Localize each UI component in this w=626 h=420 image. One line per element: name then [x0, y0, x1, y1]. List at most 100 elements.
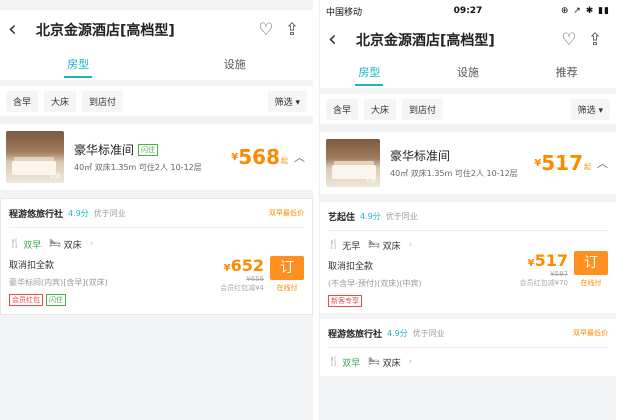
bed-label: 双床	[382, 241, 401, 252]
vendor-name: 程游悠旅行社	[9, 209, 64, 220]
price-suffix: 起	[281, 157, 288, 165]
back-icon[interactable]: ‹	[8, 19, 30, 41]
flash-badge: 闪住	[46, 294, 66, 306]
filter-pay-at-hotel[interactable]: 到店付	[82, 90, 124, 112]
offer-card: 艺起住 4.9分 优于同业 🍴 无早 🛏 双床 › 取消扣全款 (不含早-预付)…	[320, 202, 616, 313]
breakfast-icon: 🍴	[328, 357, 340, 367]
vendor-row[interactable]: 艺起住 4.9分 优于同业	[320, 202, 616, 230]
vendor-name: 程游悠旅行社	[328, 329, 383, 340]
breakfast-icon: 🍴	[9, 239, 21, 249]
filter-big-bed[interactable]: 大床	[44, 90, 77, 112]
vendor-score: 4.9分	[360, 211, 381, 221]
collapse-chevron-icon[interactable]: ︿	[294, 149, 305, 165]
status-icons: ⊕ ↗ ✱ ▮▮	[560, 6, 611, 16]
right-screen: 中国移动 09:27 ⊕ ↗ ✱ ▮▮ ‹ 北京金源酒店[高档型] ♡ ⇪ 房型…	[319, 0, 616, 420]
offer-row-2[interactable]: 🍴 双早 🛏 双床 ›	[320, 348, 616, 376]
bed-icon: 🛏	[368, 240, 380, 250]
member-badge: 会员红包	[9, 294, 43, 306]
offer-card-2: 程游悠旅行社 4.9分 优于同业 双早最低价 🍴 双早 🛏 双床 ›	[320, 319, 616, 376]
book-button[interactable]: 订	[574, 251, 608, 275]
vendor-score: 4.9分	[387, 328, 408, 338]
room-desc: 40㎡ 双床1.35m 可住2人 10-12层	[74, 163, 202, 172]
chevron-right-icon: ›	[408, 357, 413, 367]
favorite-heart-icon[interactable]: ♡	[556, 30, 582, 50]
filter-bar: 含早 大床 到店付 筛选 ▾	[0, 86, 313, 116]
price-suffix: 起	[584, 163, 591, 171]
share-icon[interactable]: ⇪	[279, 20, 305, 40]
tab-facilities[interactable]: 设施	[157, 50, 314, 80]
filter-bar: 含早 大床 到店付 筛选 ▾	[320, 94, 616, 124]
offer-detail: (不含早-预付)(双床)(中宾)	[328, 279, 422, 288]
bed-label: 双床	[382, 358, 401, 369]
filter-dropdown[interactable]: 筛选 ▾	[570, 98, 610, 120]
vendor-row[interactable]: 程游悠旅行社 4.9分 优于同业 双早最低价	[1, 199, 312, 227]
filter-pay-at-hotel[interactable]: 到店付	[402, 98, 444, 120]
original-price: ¥656	[246, 275, 264, 283]
cancel-policy: 取消扣全款	[9, 261, 55, 271]
photo-count: 1张	[365, 176, 377, 184]
hotel-title: 北京金源酒店[高档型]	[356, 33, 495, 49]
meal-label: 无早	[342, 241, 361, 252]
back-icon[interactable]: ‹	[328, 29, 350, 51]
flash-stay-tag: 闪住	[138, 143, 159, 156]
price-currency: ¥	[231, 151, 239, 163]
price-currency: ¥	[534, 157, 542, 169]
clock: 09:27	[453, 6, 483, 16]
vendor-link[interactable]: 双早最低价	[573, 328, 608, 338]
bed-label: 双床	[63, 240, 82, 251]
vendor-note: 优于同业	[93, 208, 126, 218]
top-bar: ‹ 北京金源酒店[高档型] ♡ ⇪	[320, 22, 616, 58]
collapse-chevron-icon[interactable]: ︿	[597, 155, 608, 171]
tab-facilities[interactable]: 设施	[419, 58, 518, 88]
filter-breakfast[interactable]: 含早	[326, 98, 359, 120]
carrier: 中国移动	[326, 7, 363, 18]
vendor-name: 艺起住	[328, 212, 356, 223]
room-name: 豪华标准间	[74, 143, 135, 157]
photo-count: 1张	[49, 172, 61, 180]
bed-icon: 🛏	[49, 239, 61, 249]
vendor-link[interactable]: 双早最低价	[269, 208, 304, 218]
breakfast-icon: 🍴	[328, 240, 340, 250]
filter-big-bed[interactable]: 大床	[364, 98, 397, 120]
offer-detail: 豪华标间(内宾)[含早](双床)	[9, 278, 108, 287]
offer-row[interactable]: 🍴 无早 🛏 双床 › 取消扣全款 (不含早-预付)(双床)(中宾) 新客专享 …	[320, 231, 616, 313]
share-icon[interactable]: ⇪	[582, 30, 608, 50]
vendor-score: 4.9分	[68, 208, 89, 218]
room-photo[interactable]: 1张	[6, 131, 64, 183]
pay-online-label: 在线付	[276, 284, 298, 292]
room-desc: 40㎡ 双床1.35m 可住2人 10-12层	[390, 169, 518, 178]
offer-currency: ¥	[527, 258, 535, 269]
discount-note: 会员红包减¥70	[519, 279, 568, 287]
room-card[interactable]: 1张 豪华标准间 闪住 40㎡ 双床1.35m 可住2人 10-12层 ¥ 56…	[0, 124, 313, 190]
offer-row[interactable]: 🍴 双早 🛏 双床 › 取消扣全款 豪华标间(内宾)[含早](双床) 会员红包 …	[1, 228, 312, 314]
room-card[interactable]: 1张 豪华标准间 40㎡ 双床1.35m 可住2人 10-12层 ¥ 517 起…	[320, 132, 616, 194]
cancel-policy: 取消扣全款	[328, 262, 374, 272]
original-price: ¥587	[550, 270, 568, 278]
filter-dropdown[interactable]: 筛选 ▾	[267, 90, 307, 112]
room-price: 517	[541, 151, 583, 175]
tab-recommend[interactable]: 推荐	[517, 58, 616, 88]
offer-price: 517	[534, 251, 568, 270]
room-name: 豪华标准间	[390, 149, 451, 163]
tab-room-types[interactable]: 房型	[0, 50, 157, 80]
vendor-row-2[interactable]: 程游悠旅行社 4.9分 优于同业 双早最低价	[320, 319, 616, 347]
favorite-heart-icon[interactable]: ♡	[253, 20, 279, 40]
offer-currency: ¥	[223, 263, 231, 274]
new-user-badge: 新客专享	[328, 295, 362, 307]
meal-label: 双早	[342, 358, 361, 369]
room-photo[interactable]: 1张	[326, 139, 380, 187]
top-bar: ‹ 北京金源酒店[高档型] ♡ ⇪	[0, 10, 313, 50]
tab-bar: 房型 设施 推荐	[320, 58, 616, 88]
offer-card: 程游悠旅行社 4.9分 优于同业 双早最低价 🍴 双早 🛏 双床 › 取消扣全款…	[0, 198, 313, 315]
filter-breakfast[interactable]: 含早	[6, 90, 39, 112]
discount-note: 会员红包减¥4	[220, 284, 264, 292]
chevron-right-icon: ›	[408, 240, 413, 250]
chevron-right-icon: ›	[89, 239, 94, 249]
tab-bar: 房型 设施	[0, 50, 313, 80]
bed-icon: 🛏	[368, 357, 380, 367]
offer-price: 652	[230, 256, 264, 275]
meal-label: 双早	[23, 240, 42, 251]
tab-room-types[interactable]: 房型	[320, 58, 419, 88]
status-bar: 中国移动 09:27 ⊕ ↗ ✱ ▮▮	[320, 0, 616, 22]
book-button[interactable]: 订	[270, 256, 304, 280]
